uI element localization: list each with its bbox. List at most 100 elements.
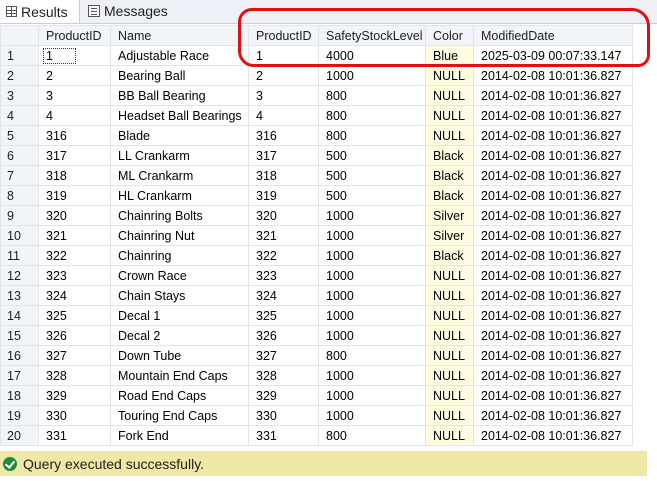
cell-safetystocklevel[interactable]: 800 bbox=[318, 425, 426, 446]
cell-modifieddate[interactable]: 2014-02-08 10:01:36.827 bbox=[473, 205, 633, 226]
cell-productid-2[interactable]: 317 bbox=[248, 145, 319, 166]
cell-color[interactable]: NULL bbox=[425, 285, 474, 306]
cell-color[interactable]: NULL bbox=[425, 405, 474, 426]
cell-productid[interactable]: 323 bbox=[38, 265, 111, 286]
cell-color[interactable]: NULL bbox=[425, 425, 474, 446]
cell-safetystocklevel[interactable]: 1000 bbox=[318, 205, 426, 226]
cell-name[interactable]: BB Ball Bearing bbox=[110, 85, 249, 106]
cell-modifieddate[interactable]: 2014-02-08 10:01:36.827 bbox=[473, 405, 633, 426]
cell-name[interactable]: Decal 1 bbox=[110, 305, 249, 326]
cell-safetystocklevel[interactable]: 500 bbox=[318, 185, 426, 206]
cell-safetystocklevel[interactable]: 800 bbox=[318, 85, 426, 106]
cell-productid[interactable]: 330 bbox=[38, 405, 111, 426]
cell-name[interactable]: Down Tube bbox=[110, 345, 249, 366]
cell-productid-2[interactable]: 331 bbox=[248, 425, 319, 446]
row-number[interactable]: 13 bbox=[0, 285, 39, 306]
cell-productid[interactable]: 317 bbox=[38, 145, 111, 166]
cell-color[interactable]: Silver bbox=[425, 205, 474, 226]
cell-color[interactable]: NULL bbox=[425, 265, 474, 286]
cell-safetystocklevel[interactable]: 4000 bbox=[318, 45, 426, 66]
cell-name[interactable]: Chainring bbox=[110, 245, 249, 266]
cell-color[interactable]: NULL bbox=[425, 65, 474, 86]
cell-safetystocklevel[interactable]: 1000 bbox=[318, 285, 426, 306]
row-number[interactable]: 9 bbox=[0, 205, 39, 226]
column-header-productid-2[interactable]: ProductID bbox=[248, 25, 319, 46]
column-header-modifieddate[interactable]: ModifiedDate bbox=[473, 25, 633, 46]
cell-modifieddate[interactable]: 2014-02-08 10:01:36.827 bbox=[473, 145, 633, 166]
cell-productid-2[interactable]: 322 bbox=[248, 245, 319, 266]
cell-name[interactable]: Blade bbox=[110, 125, 249, 146]
tab-results[interactable]: Results bbox=[0, 0, 80, 23]
cell-name[interactable]: Chainring Nut bbox=[110, 225, 249, 246]
cell-name[interactable]: Crown Race bbox=[110, 265, 249, 286]
column-header-productid[interactable]: ProductID bbox=[38, 25, 111, 46]
tab-messages[interactable]: Messages bbox=[82, 0, 178, 22]
cell-color[interactable]: NULL bbox=[425, 385, 474, 406]
table-row[interactable]: 13 324 Chain Stays 324 1000 NULL 2014-02-08 10… bbox=[0, 285, 633, 306]
cell-color[interactable]: NULL bbox=[425, 345, 474, 366]
cell-productid[interactable]: 2 bbox=[38, 65, 111, 86]
cell-productid[interactable]: 328 bbox=[38, 365, 111, 386]
cell-safetystocklevel[interactable]: 1000 bbox=[318, 385, 426, 406]
column-header-safetystocklevel[interactable]: SafetyStockLevel bbox=[318, 25, 426, 46]
cell-color[interactable]: Blue bbox=[425, 45, 474, 66]
cell-productid[interactable]: 326 bbox=[38, 325, 111, 346]
table-row[interactable]: 11 322 Chainring 322 1000 Black 2014-02-08 10:… bbox=[0, 245, 633, 266]
cell-color[interactable]: NULL bbox=[425, 325, 474, 346]
cell-productid[interactable]: 325 bbox=[38, 305, 111, 326]
cell-productid[interactable]: 327 bbox=[38, 345, 111, 366]
cell-name[interactable]: ML Crankarm bbox=[110, 165, 249, 186]
cell-productid-2[interactable]: 330 bbox=[248, 405, 319, 426]
table-row[interactable]: 17 328 Mountain End Caps 328 1000 NULL 2014-02… bbox=[0, 365, 633, 386]
table-row[interactable]: 4 4 Headset Ball Bearings 4 800 NULL 2014-02-0… bbox=[0, 105, 633, 126]
row-number[interactable]: 10 bbox=[0, 225, 39, 246]
cell-modifieddate[interactable]: 2014-02-08 10:01:36.827 bbox=[473, 125, 633, 146]
cell-safetystocklevel[interactable]: 500 bbox=[318, 165, 426, 186]
cell-modifieddate[interactable]: 2014-02-08 10:01:36.827 bbox=[473, 265, 633, 286]
cell-productid-2[interactable]: 3 bbox=[248, 85, 319, 106]
cell-color[interactable]: NULL bbox=[425, 125, 474, 146]
cell-name[interactable]: LL Crankarm bbox=[110, 145, 249, 166]
table-row[interactable]: 1 1 Adjustable Race 1 4000 Blue 2025-03-09 00:… bbox=[0, 45, 633, 66]
row-number[interactable]: 3 bbox=[0, 85, 39, 106]
column-header-color[interactable]: Color bbox=[425, 25, 474, 46]
cell-modifieddate[interactable]: 2014-02-08 10:01:36.827 bbox=[473, 285, 633, 306]
row-number[interactable]: 4 bbox=[0, 105, 39, 126]
cell-color[interactable]: Black bbox=[425, 145, 474, 166]
cell-productid-2[interactable]: 327 bbox=[248, 345, 319, 366]
cell-productid[interactable]: 1 bbox=[38, 45, 111, 66]
cell-safetystocklevel[interactable]: 1000 bbox=[318, 225, 426, 246]
table-row[interactable]: 15 326 Decal 2 326 1000 NULL 2014-02-08 10:01:… bbox=[0, 325, 633, 346]
cell-productid-2[interactable]: 319 bbox=[248, 185, 319, 206]
cell-color[interactable]: NULL bbox=[425, 85, 474, 106]
cell-productid-2[interactable]: 329 bbox=[248, 385, 319, 406]
cell-modifieddate[interactable]: 2014-02-08 10:01:36.827 bbox=[473, 225, 633, 246]
table-row[interactable]: 9 320 Chainring Bolts 320 1000 Silver 2014-02-… bbox=[0, 205, 633, 226]
cell-productid[interactable]: 4 bbox=[38, 105, 111, 126]
cell-color[interactable]: Black bbox=[425, 165, 474, 186]
cell-safetystocklevel[interactable]: 1000 bbox=[318, 305, 426, 326]
cell-productid[interactable]: 319 bbox=[38, 185, 111, 206]
cell-safetystocklevel[interactable]: 1000 bbox=[318, 365, 426, 386]
cell-productid[interactable]: 331 bbox=[38, 425, 111, 446]
table-row[interactable]: 6 317 LL Crankarm 317 500 Black 2014-02-08 10:… bbox=[0, 145, 633, 166]
table-row[interactable]: 18 329 Road End Caps 329 1000 NULL 2014-02-08 … bbox=[0, 385, 633, 406]
cell-modifieddate[interactable]: 2025-03-09 00:07:33.147 bbox=[473, 45, 633, 66]
cell-safetystocklevel[interactable]: 800 bbox=[318, 345, 426, 366]
cell-productid[interactable]: 320 bbox=[38, 205, 111, 226]
cell-name[interactable]: Adjustable Race bbox=[110, 45, 249, 66]
row-number[interactable]: 8 bbox=[0, 185, 39, 206]
cell-safetystocklevel[interactable]: 1000 bbox=[318, 405, 426, 426]
cell-safetystocklevel[interactable]: 1000 bbox=[318, 265, 426, 286]
cell-name[interactable]: HL Crankarm bbox=[110, 185, 249, 206]
cell-safetystocklevel[interactable]: 1000 bbox=[318, 245, 426, 266]
cell-color[interactable]: Black bbox=[425, 245, 474, 266]
cell-productid-2[interactable]: 325 bbox=[248, 305, 319, 326]
cell-productid[interactable]: 3 bbox=[38, 85, 111, 106]
column-header-name[interactable]: Name bbox=[110, 25, 249, 46]
cell-name[interactable]: Road End Caps bbox=[110, 385, 249, 406]
cell-safetystocklevel[interactable]: 1000 bbox=[318, 65, 426, 86]
cell-name[interactable]: Touring End Caps bbox=[110, 405, 249, 426]
cell-productid-2[interactable]: 316 bbox=[248, 125, 319, 146]
cell-name[interactable]: Bearing Ball bbox=[110, 65, 249, 86]
